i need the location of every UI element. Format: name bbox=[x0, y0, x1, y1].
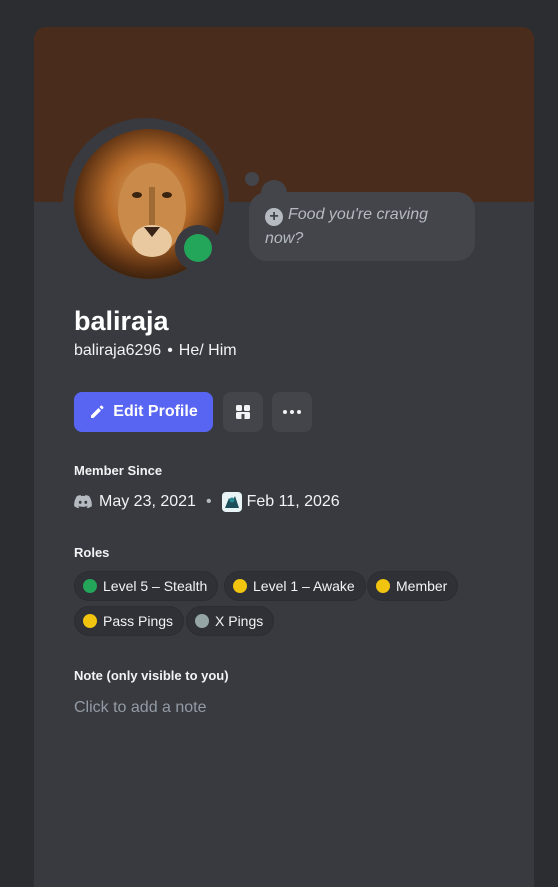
role-label: Level 5 – Stealth bbox=[103, 578, 208, 594]
role-color-dot bbox=[83, 579, 97, 593]
role-chip[interactable]: Level 1 – Awake bbox=[224, 571, 366, 601]
role-label: Level 1 – Awake bbox=[253, 578, 355, 594]
username: baliraja6296 bbox=[74, 342, 162, 359]
more-options-button[interactable] bbox=[272, 392, 312, 432]
separator-dot: • bbox=[205, 493, 212, 510]
role-label: Member bbox=[396, 578, 448, 594]
pronouns: He/ Him bbox=[178, 342, 237, 359]
thought-bubble-dot-small bbox=[245, 172, 259, 186]
role-chip[interactable]: Pass Pings bbox=[74, 606, 185, 636]
separator-dot: • bbox=[167, 342, 173, 359]
role-chip[interactable]: Level 5 – Stealth bbox=[74, 571, 219, 601]
profile-card: + Food you're craving now? baliraja balir… bbox=[34, 27, 534, 887]
online-status-indicator bbox=[184, 234, 212, 262]
role-color-dot bbox=[233, 579, 247, 593]
discord-logo-icon bbox=[74, 495, 92, 509]
nitro-shop-button[interactable] bbox=[223, 392, 263, 432]
member-since-title: Member Since bbox=[74, 463, 163, 478]
role-label: X Pings bbox=[215, 613, 264, 629]
more-options-icon bbox=[283, 410, 301, 414]
plus-circle-icon: + bbox=[265, 208, 283, 226]
roles-title: Roles bbox=[74, 545, 110, 560]
role-chip[interactable]: X Pings bbox=[186, 606, 275, 636]
custom-status-bubble[interactable]: + Food you're craving now? bbox=[249, 192, 475, 261]
server-member-date: Feb 11, 2026 bbox=[246, 493, 340, 510]
status-bubble-placeholder: Food you're craving now? bbox=[265, 206, 429, 247]
note-title: Note (only visible to you) bbox=[74, 668, 229, 683]
display-name: baliraja bbox=[74, 306, 169, 336]
role-chip[interactable]: Member bbox=[367, 571, 459, 601]
role-color-dot bbox=[376, 579, 390, 593]
pencil-icon bbox=[91, 405, 104, 418]
server-icon bbox=[221, 492, 242, 512]
edit-profile-button[interactable]: Edit Profile bbox=[74, 392, 213, 432]
role-label: Pass Pings bbox=[103, 613, 174, 629]
note-input[interactable]: Click to add a note bbox=[74, 697, 207, 719]
nitro-shop-icon bbox=[236, 405, 250, 419]
discord-member-date: May 23, 2021 bbox=[99, 493, 196, 510]
role-color-dot bbox=[195, 614, 209, 628]
role-color-dot bbox=[83, 614, 97, 628]
username-line: baliraja6296 • He/ Him bbox=[74, 340, 237, 362]
edit-profile-label: Edit Profile bbox=[113, 403, 198, 420]
member-since-row: May 23, 2021 • Feb 11, 2026 bbox=[74, 491, 340, 513]
